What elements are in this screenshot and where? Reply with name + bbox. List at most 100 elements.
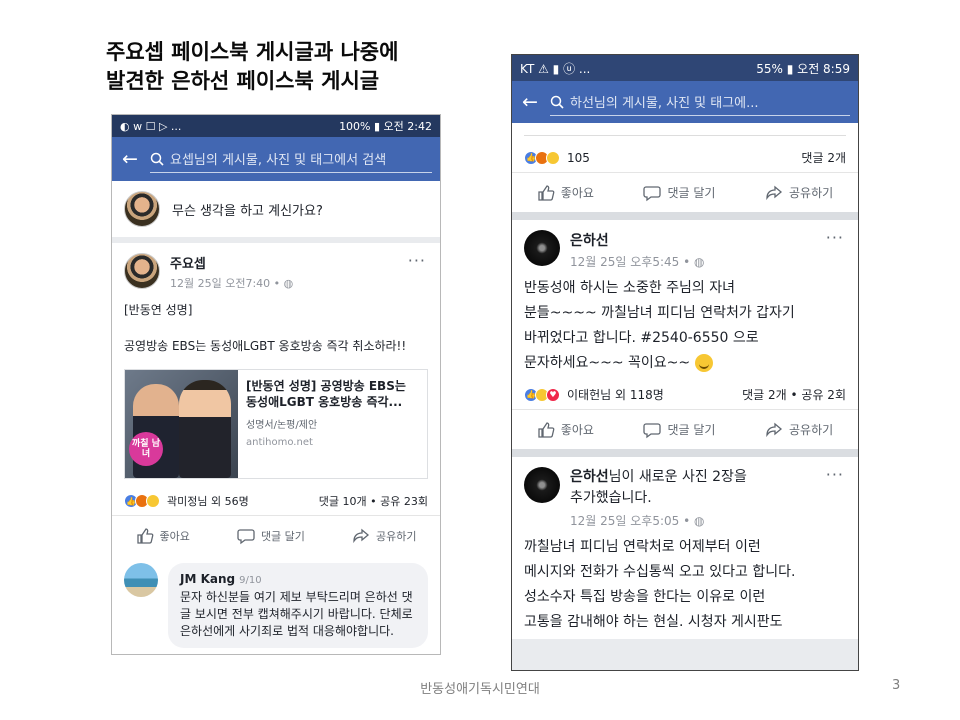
thumbnail-person-2	[179, 380, 231, 478]
reactions-count[interactable]: 이태헌님 외 118명	[567, 386, 664, 403]
link-title: [반동연 성명] 공영방송 EBS는 동성애LGBT 옹호방송 즉각...	[246, 379, 406, 409]
post-time: 12월 25일 오후5:05 • ◍	[570, 514, 705, 528]
comments-shares-count[interactable]: 댓글 10개 • 공유 23회	[319, 493, 428, 509]
sad-reaction-icon	[146, 494, 160, 508]
share-icon	[766, 422, 783, 437]
comment-button[interactable]: 댓글 달기	[643, 421, 715, 439]
comment-button[interactable]: 댓글 달기	[237, 527, 305, 545]
like-label: 좋아요	[560, 423, 594, 437]
post-header: 주요셉 12월 25일 오전7:40 • ◍ ···	[112, 243, 440, 291]
search-placeholder: 하선님의 게시물, 사진 및 태그에...	[570, 96, 759, 111]
status-bar: KT ⚠ ▮ ⓤ ... 55% ▮ 오전 8:59	[512, 55, 858, 81]
search-placeholder: 요셉님의 게시물, 사진 및 태그에서 검색	[170, 153, 387, 168]
sad-reaction-icon	[546, 150, 560, 165]
thumbs-up-icon	[538, 421, 555, 438]
search-bar: ← 요셉님의 게시물, 사진 및 태그에서 검색	[112, 137, 440, 181]
link-subtitle: 성명서/논평/제안	[246, 420, 318, 431]
feed-divider	[512, 212, 858, 220]
avatar[interactable]	[524, 467, 560, 503]
post-text: [반동연 성명] 공영방송 EBS는 동성애LGBT 옹호방송 즉각 취소하라!…	[124, 303, 407, 353]
reactions-count[interactable]: 곽미정님 외 56명	[167, 493, 249, 509]
post-text-body: 반동성애 하시는 소중한 주님의 자녀 분들~~~~ 까칠남녀 피디님 연락처가…	[524, 280, 795, 371]
like-button[interactable]: 좋아요	[537, 184, 594, 202]
thumbs-up-icon	[136, 527, 153, 544]
thumbs-up-icon	[538, 184, 555, 201]
share-icon	[766, 185, 783, 200]
post-header: 은하선님이 새로운 사진 2장을 추가했습니다. 12월 25일 오후5:05 …	[512, 457, 858, 529]
share-icon	[353, 528, 369, 543]
comment-date: 9/10	[239, 575, 262, 586]
share-button[interactable]: 공유하기	[765, 421, 833, 439]
avatar[interactable]	[524, 230, 560, 266]
post-author[interactable]: 주요셉	[170, 253, 293, 272]
comment-text: 문자 하신분들 여기 제보 부탁드리며 은하선 댓글 보시면 전부 캡쳐해주시기…	[180, 590, 413, 638]
comments-shares-count[interactable]: 댓글 2개 • 공유 2회	[742, 386, 846, 403]
status-bar-right: 100% ▮ 오전 2:42	[339, 120, 432, 133]
status-bar-left: ◐ ᴡ ☐ ▷ ...	[120, 119, 182, 133]
feed-divider	[512, 449, 858, 457]
previous-post-footer: 👍 105 댓글 2개 좋아요 댓글 달기 공유하기	[512, 123, 858, 212]
like-label: 좋아요	[159, 529, 190, 543]
post-time: 12월 25일 오전7:40 • ◍	[170, 277, 294, 290]
post-actions: 좋아요 댓글 달기 공유하기	[512, 172, 858, 212]
love-reaction-icon: ♥	[546, 387, 560, 402]
link-domain: antihomo.net	[246, 437, 313, 448]
status-bar-right: 55% ▮ 오전 8:59	[756, 61, 850, 76]
slide-title: 주요셉 페이스북 게시글과 나중에 발견한 은하선 페이스북 게시글	[106, 38, 496, 96]
post-card: 은하선 12월 25일 오후5:45 • ◍ ··· 반동성애 하시는 소중한 …	[512, 220, 858, 449]
more-options-icon[interactable]: ···	[826, 465, 844, 484]
reactions-count[interactable]: 105	[567, 151, 590, 165]
post-actions: 좋아요 댓글 달기 공유하기	[112, 515, 440, 555]
link-preview[interactable]: 까칠 남녀 [반동연 성명] 공영방송 EBS는 동성애LGBT 옹호방송 즉각…	[124, 369, 428, 479]
status-bar-left: KT ⚠ ▮ ⓤ ...	[520, 61, 591, 76]
commenter-name[interactable]: JM Kang	[180, 572, 235, 586]
previous-post-edge	[524, 135, 846, 143]
post-author[interactable]: 은하선	[570, 469, 609, 485]
more-options-icon[interactable]: ···	[408, 251, 426, 270]
like-button[interactable]: 좋아요	[537, 421, 594, 439]
comments-count[interactable]: 댓글 2개	[801, 149, 846, 166]
avatar[interactable]	[124, 253, 160, 289]
search-icon	[550, 95, 564, 109]
right-phone-screenshot: KT ⚠ ▮ ⓤ ... 55% ▮ 오전 8:59 ← 하선님의 게시물, 사…	[511, 54, 859, 671]
search-bar: ← 하선님의 게시물, 사진 및 태그에...	[512, 81, 858, 123]
post-header: 은하선 12월 25일 오후5:45 • ◍ ···	[512, 220, 858, 270]
post-text: 반동성애 하시는 소중한 주님의 자녀 분들~~~~ 까칠남녀 피디님 연락처가…	[512, 270, 858, 380]
share-button[interactable]: 공유하기	[765, 184, 833, 202]
comment-label: 댓글 달기	[667, 423, 716, 437]
post-text: 까칠남녀 피디님 연락처로 어제부터 이런 메시지와 전화가 수십통씩 오고 있…	[524, 539, 796, 630]
post-card: 주요셉 12월 25일 오전7:40 • ◍ ··· [반동연 성명] 공영방송…	[112, 243, 440, 654]
status-bar: ◐ ᴡ ☐ ▷ ... 100% ▮ 오전 2:42	[112, 115, 440, 137]
search-input[interactable]: 요셉님의 게시물, 사진 및 태그에서 검색	[150, 145, 432, 173]
comment-button[interactable]: 댓글 달기	[643, 184, 715, 202]
back-arrow-icon[interactable]: ←	[120, 148, 140, 170]
comment-bubble: JM Kang 9/10 문자 하신분들 여기 제보 부탁드리며 은하선 댓글 보…	[168, 563, 428, 648]
slide-title-line-1: 주요셉 페이스북 게시글과 나중에	[106, 40, 399, 64]
thumbnail-badge: 까칠 남녀	[129, 432, 163, 466]
share-label: 공유하기	[789, 423, 834, 437]
comment-icon	[237, 528, 255, 544]
slide-footer: 반동성애기독시민연대	[420, 682, 540, 697]
post-time: 12월 25일 오후5:45 • ◍	[570, 255, 705, 269]
post-card: 은하선님이 새로운 사진 2장을 추가했습니다. 12월 25일 오후5:05 …	[512, 457, 858, 639]
link-thumbnail: 까칠 남녀	[125, 370, 238, 478]
composer-prompt: 무슨 생각을 하고 계신가요?	[172, 203, 323, 219]
share-label: 공유하기	[375, 529, 417, 543]
post-actions: 좋아요 댓글 달기 공유하기	[512, 409, 858, 449]
commenter-avatar[interactable]	[124, 563, 158, 597]
back-arrow-icon[interactable]: ←	[520, 91, 540, 113]
post-author[interactable]: 은하선	[570, 230, 704, 250]
comment-label: 댓글 달기	[667, 186, 716, 200]
avatar	[124, 191, 160, 227]
page-number: 3	[892, 678, 901, 693]
left-phone-screenshot: ◐ ᴡ ☐ ▷ ... 100% ▮ 오전 2:42 ← 요셉님의 게시물, 사…	[111, 114, 441, 655]
post-composer[interactable]: 무슨 생각을 하고 계신가요?	[112, 181, 440, 237]
reactions-bar: 👍 ♥ 이태헌님 외 118명 댓글 2개 • 공유 2회	[512, 380, 858, 409]
search-input[interactable]: 하선님의 게시물, 사진 및 태그에...	[550, 88, 850, 116]
like-label: 좋아요	[560, 186, 594, 200]
comment-icon	[643, 185, 662, 201]
comment-label: 댓글 달기	[260, 529, 305, 543]
like-button[interactable]: 좋아요	[136, 527, 190, 545]
more-options-icon[interactable]: ···	[826, 228, 844, 247]
share-button[interactable]: 공유하기	[352, 527, 416, 545]
